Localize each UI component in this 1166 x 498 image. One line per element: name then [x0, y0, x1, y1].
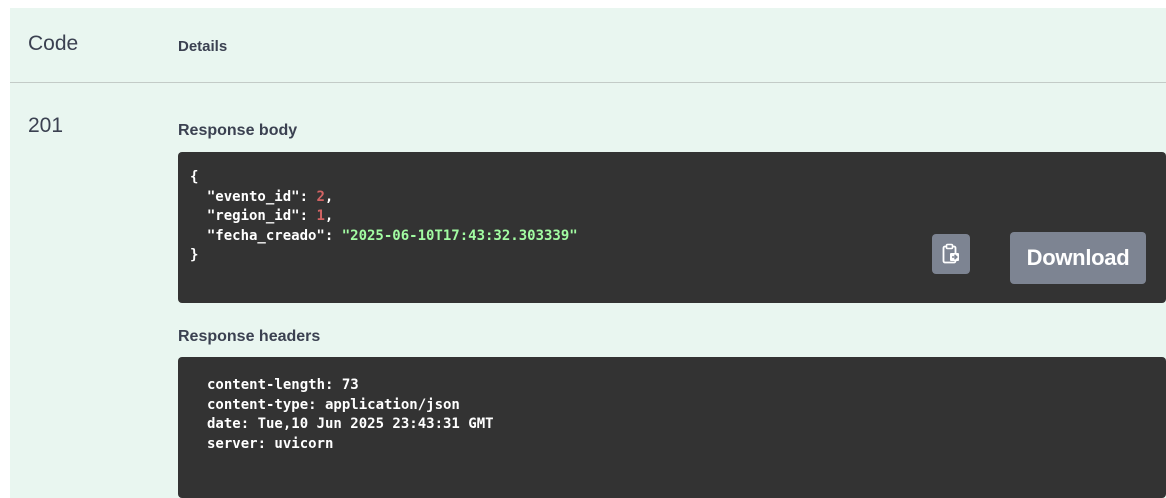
- header-line: server: uvicorn: [207, 435, 334, 452]
- responses-table-header: Code Details: [10, 8, 1166, 83]
- copy-to-clipboard-button[interactable]: [932, 234, 970, 274]
- response-body-code[interactable]: { "evento_id": 2, "region_id": 1, "fecha…: [178, 152, 1166, 303]
- response-body-label: Response body: [178, 122, 298, 139]
- clipboard-copy-icon: [942, 243, 959, 264]
- response-headers-label: Response headers: [178, 328, 321, 345]
- header-line: date: Tue,10 Jun 2025 23:43:31 GMT: [207, 416, 494, 432]
- responses-panel: Code Details 201 Response body { "evento…: [10, 8, 1166, 498]
- json-open-brace: {: [190, 169, 199, 185]
- details-column-header: Details: [178, 38, 228, 55]
- response-status-code: 201: [28, 114, 64, 137]
- header-line: content-length: 73: [207, 377, 359, 393]
- download-button[interactable]: Download: [1010, 232, 1146, 284]
- json-line-evento-id: "evento_id": 2,: [206, 188, 334, 205]
- code-column-header: Code: [28, 32, 79, 55]
- response-headers-code[interactable]: content-length: 73 content-type: applica…: [178, 357, 1166, 498]
- json-line-region-id: "region_id": 1,: [206, 208, 334, 224]
- header-line: content-type: application/json: [207, 396, 460, 413]
